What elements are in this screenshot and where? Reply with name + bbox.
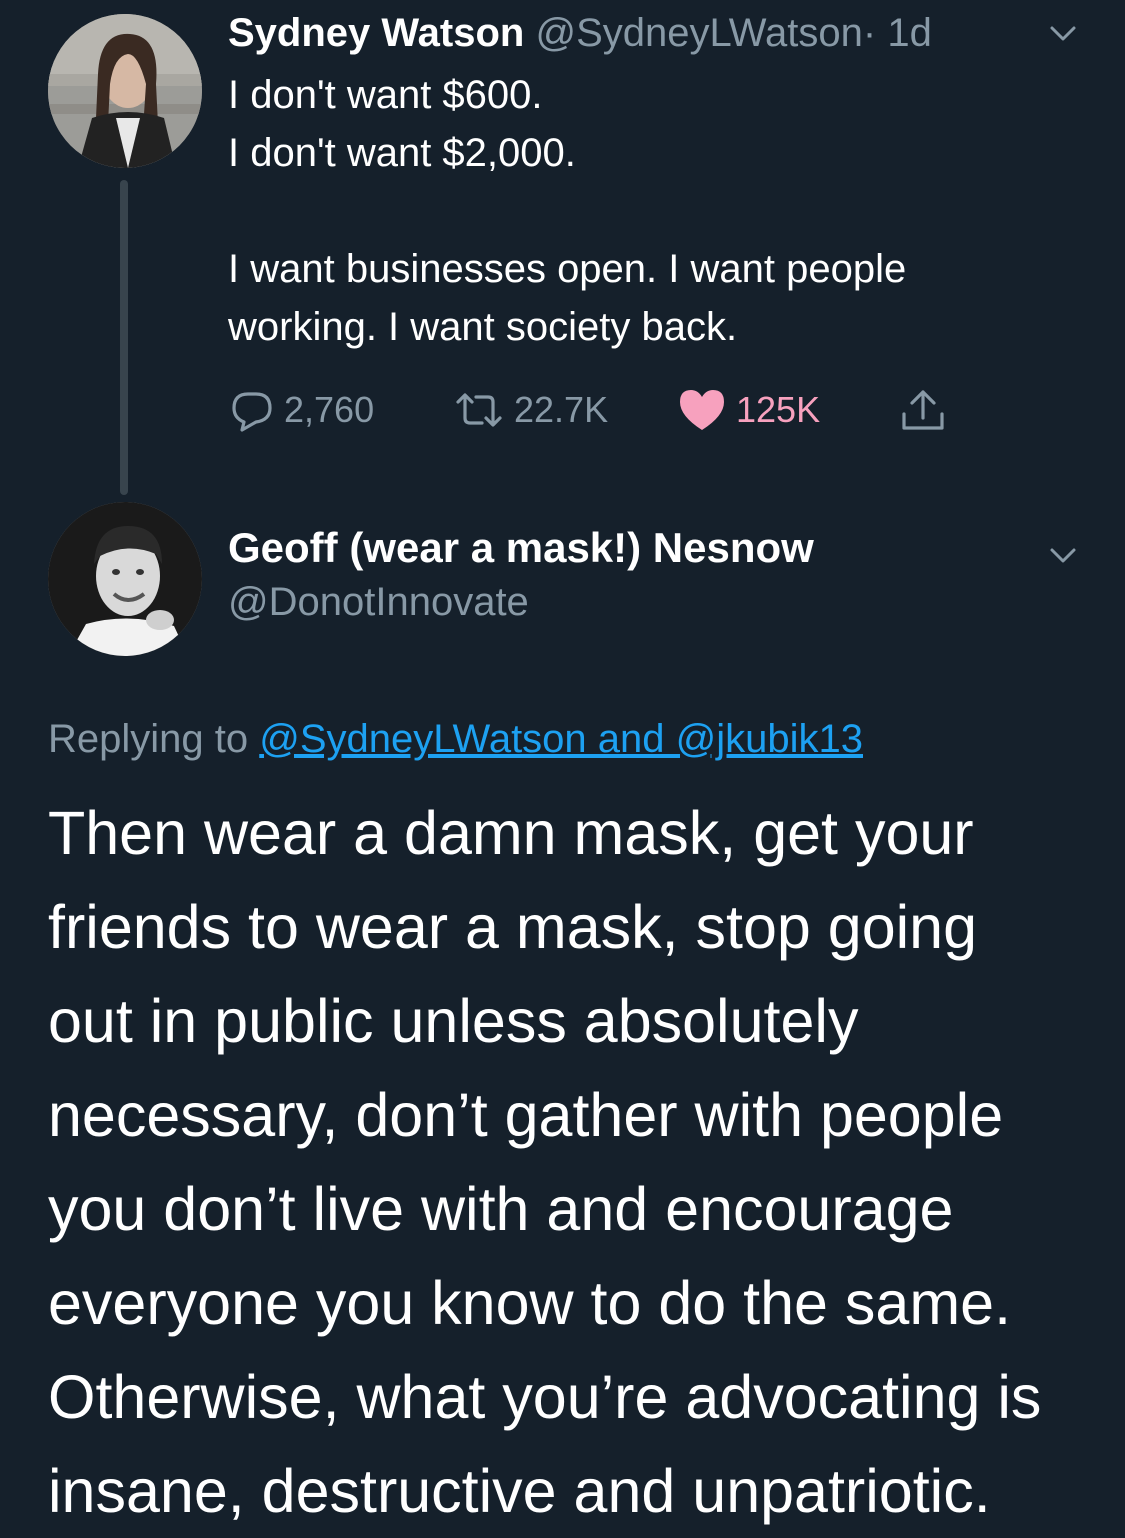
thread-connector-line [120, 180, 128, 495]
chevron-down-icon[interactable] [1048, 540, 1078, 570]
share-button[interactable] [898, 386, 948, 436]
retweet-count: 22.7K [514, 389, 609, 430]
reply-line: Then wear a damn mask, get your [48, 799, 974, 867]
author-handle[interactable]: @SydneyLWatson [535, 11, 862, 55]
reply-button[interactable]: 2,760 [228, 386, 374, 434]
tweet-time[interactable]: 1d [887, 11, 932, 55]
reply-line: friends to wear a mask, stop going [48, 893, 978, 961]
tweet-line: working. I want society back. [228, 305, 738, 349]
reply-author-handle[interactable]: @DonotInnovate [228, 576, 529, 628]
replying-prefix: Replying to [48, 717, 249, 761]
tweet-line: I want businesses open. I want people [228, 247, 907, 291]
reply-count: 2,760 [284, 389, 375, 430]
reply-line: insane, destructive and unpatriotic. [48, 1457, 991, 1525]
replying-to-link[interactable]: @SydneyLWatson and @jkubik13 [259, 717, 863, 761]
reply-line: necessary, don’t gather with people [48, 1081, 1004, 1149]
reply-line: you don’t live with and encourage [48, 1175, 954, 1243]
share-icon [902, 390, 944, 430]
avatar-sydney-watson[interactable] [48, 14, 202, 168]
tweet-line: I don't want $2,000. [228, 131, 576, 175]
reply-icon [232, 392, 272, 432]
replying-to-line: Replying to @SydneyLWatson and @jkubik13 [48, 712, 863, 766]
tweet-header: Sydney Watson @SydneyLWatson· 1d [228, 8, 932, 58]
retweet-button[interactable]: 22.7K [452, 386, 608, 434]
like-button[interactable]: 125K [676, 386, 820, 434]
reply-line: Otherwise, what you’re advocating is [48, 1363, 1042, 1431]
separator-dot: · [862, 11, 877, 55]
author-name[interactable]: Sydney Watson [228, 11, 524, 55]
reply-line: everyone you know to do the same. [48, 1269, 1012, 1337]
chevron-down-icon[interactable] [1048, 18, 1078, 48]
reply-line: out in public unless absolutely [48, 987, 859, 1055]
tweet-text: I don't want $600. I don't want $2,000. … [228, 66, 1088, 356]
like-count: 125K [736, 389, 821, 430]
reply-author-name[interactable]: Geoff (wear a mask!) Nesnow [228, 522, 814, 574]
like-heart-icon [680, 390, 724, 430]
tweet-line: I don't want $600. [228, 73, 543, 117]
avatar-geoff-nesnow[interactable] [48, 502, 202, 656]
reply-text: Then wear a damn mask, get your friends … [48, 786, 1108, 1538]
retweet-icon [456, 393, 502, 427]
